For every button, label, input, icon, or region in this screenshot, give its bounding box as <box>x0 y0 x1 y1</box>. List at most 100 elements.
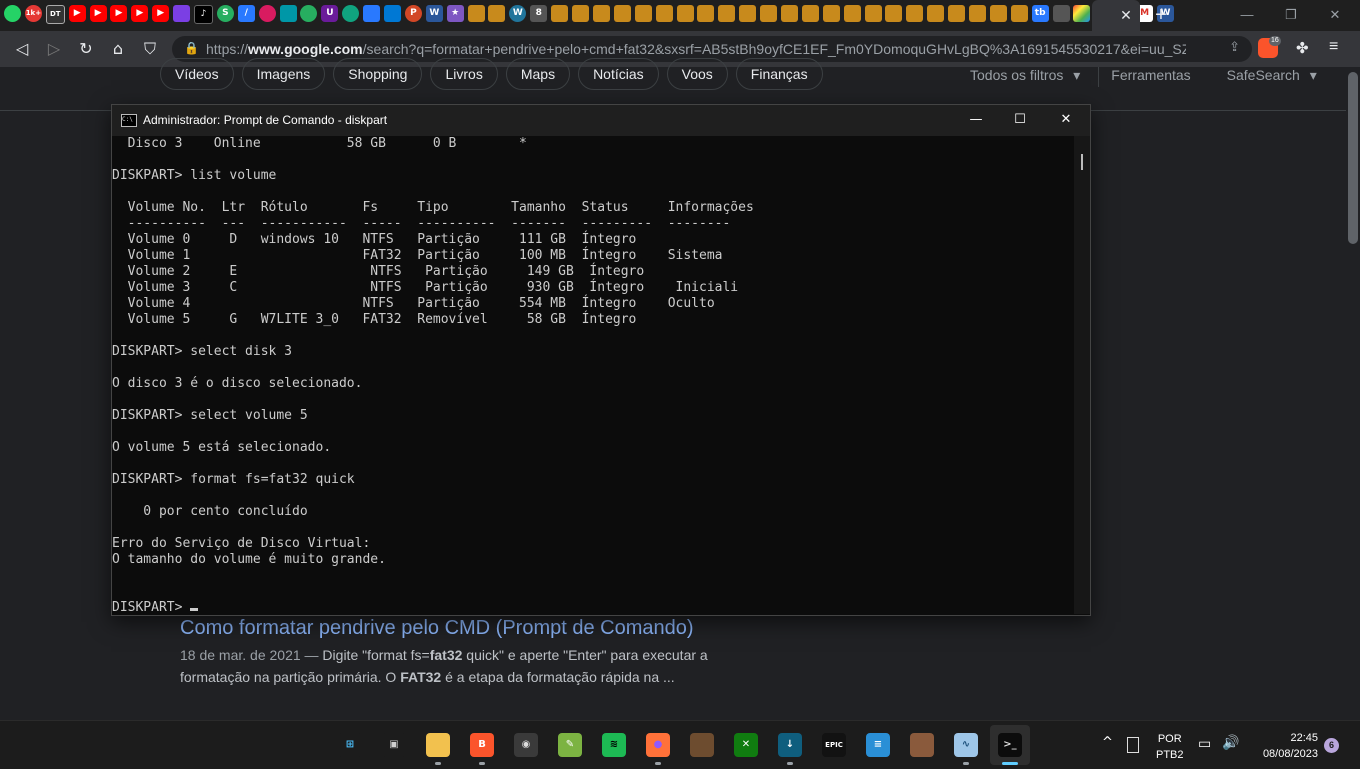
whatsapp-tab-icon[interactable] <box>4 5 21 22</box>
blue-tab-icon[interactable]: / <box>237 5 255 22</box>
tom-tab-icon[interactable] <box>467 5 485 22</box>
safesearch-button[interactable]: SafeSearch ▾ <box>1227 67 1317 87</box>
multicolor-tab-icon[interactable] <box>1073 5 1091 22</box>
new-tab-button[interactable]: + <box>1150 4 1172 26</box>
chip-vídeos[interactable]: Vídeos <box>160 58 234 90</box>
youtube-tab-icon[interactable]: ▶ <box>152 5 170 22</box>
browser-close-button[interactable]: ✕ <box>1324 5 1346 25</box>
tom-tab-icon[interactable] <box>655 5 673 22</box>
cmd-console-output[interactable]: Disco 3 Online 58 GB 0 B * DISKPART> list… <box>112 136 1074 614</box>
tom-tab-icon[interactable] <box>780 5 798 22</box>
gray-tab-icon[interactable]: 8 <box>530 5 548 22</box>
notes-app-icon[interactable]: ≡ <box>866 733 890 757</box>
tom-tab-icon[interactable] <box>676 5 694 22</box>
extensions-icon[interactable]: ✤ <box>1296 39 1309 57</box>
forward-icon[interactable]: ▷ <box>44 39 64 59</box>
tools-button[interactable]: Ferramentas <box>1111 67 1190 87</box>
language-indicator[interactable]: POR PTB2 <box>1156 731 1184 763</box>
pink-tab-icon[interactable] <box>258 5 276 22</box>
reload-icon[interactable]: ↻ <box>76 39 96 59</box>
tom-tab-icon[interactable] <box>760 5 778 22</box>
chip-voos[interactable]: Voos <box>666 58 728 90</box>
chip-shopping[interactable]: Shopping <box>333 58 423 90</box>
cmd-title-bar[interactable]: C:\ Administrador: Prompt de Comando - d… <box>112 105 1090 136</box>
chip-livros[interactable]: Livros <box>430 58 498 90</box>
star-tab-icon[interactable]: ★ <box>446 5 464 22</box>
cmd-maximize-button[interactable]: ☐ <box>1007 110 1033 130</box>
tom-tab-icon[interactable] <box>592 5 610 22</box>
xbox-icon[interactable]: ✕ <box>734 733 758 757</box>
terminal-icon[interactable]: >_ <box>998 733 1022 757</box>
tom-tab-icon[interactable] <box>801 5 819 22</box>
page-scrollbar-thumb[interactable] <box>1348 72 1358 244</box>
system-clock[interactable]: 22:45 08/08/2023 <box>1252 730 1318 762</box>
tom-tab-icon[interactable] <box>551 5 569 22</box>
bookmark-icon[interactable]: ⛉ <box>140 39 160 59</box>
youtube-tab-icon[interactable]: ▶ <box>131 5 149 22</box>
cmd-minimize-button[interactable]: — <box>963 110 989 130</box>
firefox-icon[interactable]: ● <box>646 733 670 757</box>
share-icon[interactable]: ⇪ <box>1229 40 1240 55</box>
minecraft-icon[interactable] <box>690 733 714 757</box>
tom-tab-icon[interactable] <box>989 5 1007 22</box>
tom-tab-icon[interactable] <box>613 5 631 22</box>
notification-badge[interactable]: 6 <box>1324 738 1339 753</box>
obs-icon[interactable]: ◉ <box>514 733 538 757</box>
word-tab-icon[interactable]: W <box>425 5 443 22</box>
tom-tab-icon[interactable] <box>822 5 840 22</box>
tom-tab-icon[interactable] <box>843 5 861 22</box>
tom-tab-icon[interactable] <box>885 5 903 22</box>
tom-tab-icon[interactable] <box>968 5 986 22</box>
green-tab-icon[interactable]: S <box>216 5 234 22</box>
task-view-icon[interactable]: ▣ <box>382 733 406 757</box>
volume-icon[interactable]: 🔊 <box>1222 735 1239 751</box>
menu-icon[interactable]: ≡ <box>1329 38 1338 56</box>
cmd-close-button[interactable]: ✕ <box>1053 110 1079 130</box>
cloud-tab-icon[interactable] <box>384 5 402 22</box>
tab-close-icon[interactable]: ✕ <box>1117 6 1135 24</box>
chip-imagens[interactable]: Imagens <box>241 58 326 90</box>
tom-tab-icon[interactable] <box>864 5 882 22</box>
browser-minimize-button[interactable]: — <box>1236 5 1258 25</box>
spotify-icon[interactable]: ≋ <box>602 733 626 757</box>
wordpress-tab-icon[interactable]: W <box>509 5 527 22</box>
tom-tab-icon[interactable] <box>488 5 506 22</box>
gray-tab-icon[interactable] <box>1052 5 1070 22</box>
start-button-icon[interactable]: ⊞ <box>338 733 362 757</box>
result-title-link[interactable]: Como formatar pendrive pelo CMD (Prompt … <box>180 617 694 640</box>
notepad-chart-icon[interactable]: ✎ <box>558 733 582 757</box>
tom-tab-icon[interactable] <box>927 5 945 22</box>
tom-tab-icon[interactable] <box>697 5 715 22</box>
blue-tab-icon[interactable]: tb <box>1031 5 1049 22</box>
tom-tab-icon[interactable] <box>718 5 736 22</box>
epic-games-icon[interactable]: EPIC <box>822 733 846 757</box>
dt-tab-icon[interactable]: DT <box>45 5 65 24</box>
cmd-scrollbar-thumb[interactable] <box>1081 154 1083 170</box>
back-icon[interactable]: ◁ <box>12 39 32 59</box>
chip-finanças[interactable]: Finanças <box>735 58 823 90</box>
teal-tab-icon[interactable] <box>279 5 297 22</box>
youtube-tab-icon[interactable]: ▶ <box>68 5 86 22</box>
battery-icon[interactable] <box>1127 737 1139 753</box>
tom-tab-icon[interactable] <box>739 5 757 22</box>
tiktok-tab-icon[interactable]: ♪ <box>194 5 214 24</box>
purple-tab-icon[interactable] <box>173 5 191 22</box>
home-icon[interactable]: ⌂ <box>108 39 128 59</box>
chip-maps[interactable]: Maps <box>505 58 571 90</box>
tom-tab-icon[interactable] <box>572 5 590 22</box>
url-text[interactable]: https://www.google.com/search?q=formatar… <box>206 41 1186 57</box>
youtube-tab-icon[interactable]: ▶ <box>89 5 107 22</box>
all-filters-button[interactable]: Todos os filtros ▾ <box>970 67 1080 87</box>
display-icon[interactable]: ▭ <box>1198 736 1211 752</box>
ud-tab-icon[interactable]: U <box>321 5 339 22</box>
tom-tab-icon[interactable] <box>1010 5 1028 22</box>
command-prompt-window[interactable]: C:\ Administrador: Prompt de Comando - d… <box>111 104 1091 616</box>
download-app-icon[interactable]: ↓ <box>778 733 802 757</box>
tom-tab-icon[interactable] <box>948 5 966 22</box>
tom-tab-icon[interactable] <box>634 5 652 22</box>
1k-tab-icon[interactable]: 1k+ <box>24 5 42 22</box>
cmd-scrollbar[interactable] <box>1074 136 1090 614</box>
tom-tab-icon[interactable] <box>906 5 924 22</box>
tray-overflow-icon[interactable]: ^ <box>1102 735 1113 750</box>
game-character-icon[interactable] <box>910 733 934 757</box>
